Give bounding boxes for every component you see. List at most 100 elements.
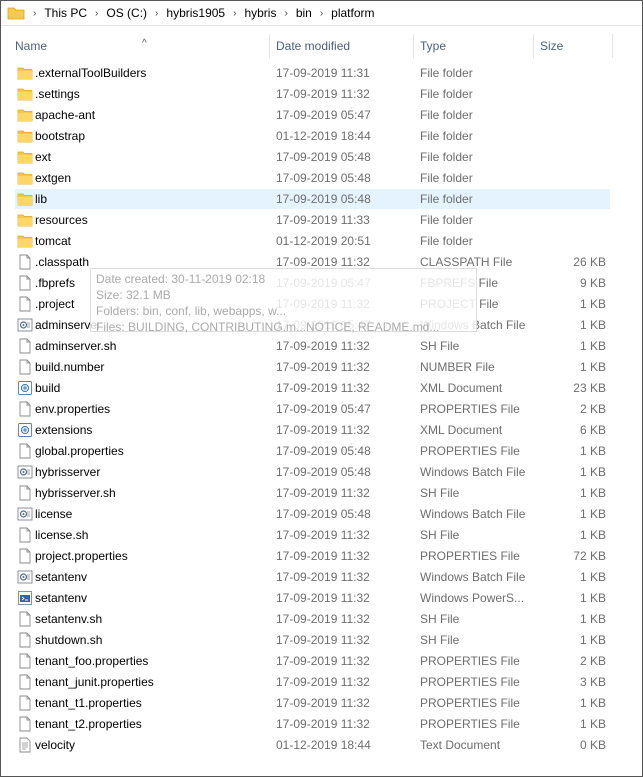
breadcrumb-separator-icon[interactable]: › — [155, 8, 158, 19]
file-size: 1 KB — [579, 465, 606, 479]
file-row[interactable]: build.number 17-09-2019 11:32 NUMBER File 1… — [15, 357, 610, 377]
breadcrumb-separator-icon[interactable]: › — [284, 8, 287, 19]
file-name: shutdown.sh — [35, 633, 103, 647]
breadcrumb-separator-icon[interactable]: › — [320, 8, 323, 19]
column-header-type[interactable]: Type — [414, 34, 534, 58]
file-type: Windows Batch File — [420, 570, 526, 584]
breadcrumb-separator-icon[interactable]: › — [233, 8, 236, 19]
file-icon — [17, 611, 33, 627]
file-row[interactable]: license.sh 17-09-2019 11:32 SH File 1 KB — [15, 525, 610, 545]
file-type: Windows Batch File — [420, 465, 526, 479]
file-row[interactable]: setantenv 17-09-2019 11:32 Windows Batch F… — [15, 567, 610, 587]
column-header-date[interactable]: Date modified — [270, 34, 414, 58]
folder-icon — [7, 6, 25, 20]
file-row[interactable]: tenant_t1.properties 17-09-2019 11:32 PROP… — [15, 693, 610, 713]
file-date-modified: 17-09-2019 05:48 — [276, 507, 371, 521]
sort-ascending-icon: ^ — [142, 38, 147, 49]
file-date-modified: 17-09-2019 11:32 — [276, 570, 370, 584]
file-type: PROPERTIES File — [420, 549, 520, 563]
breadcrumb-item[interactable]: bin — [296, 6, 312, 20]
file-row[interactable]: extgen 17-09-2019 05:48 File folder — [15, 168, 610, 188]
file-icon — [17, 653, 33, 669]
file-date-modified: 01-12-2019 18:44 — [276, 738, 371, 752]
column-header-name-label: Name — [15, 39, 48, 53]
file-row[interactable]: adminserver.sh 17-09-2019 11:32 SH File 1 K… — [15, 336, 610, 356]
file-date-modified: 17-09-2019 11:32 — [276, 381, 370, 395]
file-name: tenant_junit.properties — [35, 675, 154, 689]
folder-icon — [17, 233, 33, 249]
file-type: SH File — [420, 528, 460, 542]
file-size: 2 KB — [579, 402, 606, 416]
file-icon — [17, 716, 33, 732]
file-size: 26 KB — [573, 255, 606, 269]
file-row[interactable]: apache-ant 17-09-2019 05:47 File folder — [15, 105, 610, 125]
file-date-modified: 17-09-2019 11:32 — [276, 675, 370, 689]
column-header-date-label: Date modified — [276, 39, 351, 53]
file-row[interactable]: global.properties 17-09-2019 05:48 PROPERT… — [15, 441, 610, 461]
file-size: 23 KB — [573, 381, 606, 395]
file-date-modified: 17-09-2019 11:32 — [276, 339, 370, 353]
file-date-modified: 17-09-2019 11:33 — [276, 213, 370, 227]
file-size: 3 KB — [579, 675, 606, 689]
column-header-size[interactable]: Size — [534, 34, 613, 58]
file-row[interactable]: tomcat 01-12-2019 20:51 File folder — [15, 231, 610, 251]
file-date-modified: 17-09-2019 05:48 — [276, 444, 371, 458]
file-date-modified: 17-09-2019 05:47 — [276, 402, 371, 416]
file-row[interactable]: tenant_junit.properties 17-09-2019 11:32 P… — [15, 672, 610, 692]
file-row[interactable]: hybrisserver 17-09-2019 05:48 Windows Batc… — [15, 462, 610, 482]
file-row[interactable]: resources 17-09-2019 11:33 File folder — [15, 210, 610, 230]
file-type: PROPERTIES File — [420, 402, 520, 416]
file-name: tenant_t1.properties — [35, 696, 142, 710]
folder-info-tooltip: Date created: 30-11-2019 02:18 Size: 32.… — [90, 268, 477, 334]
file-row[interactable]: ext 17-09-2019 05:48 File folder — [15, 147, 610, 167]
file-row[interactable]: tenant_foo.properties 17-09-2019 11:32 PRO… — [15, 651, 610, 671]
breadcrumb-item[interactable]: This PC — [44, 6, 87, 20]
file-row[interactable]: license 17-09-2019 05:48 Windows Batch Fil… — [15, 504, 610, 524]
file-row[interactable]: setantenv.sh 17-09-2019 11:32 SH File 1 KB — [15, 609, 610, 629]
file-name: tomcat — [35, 234, 72, 248]
breadcrumb-separator-icon[interactable]: › — [33, 8, 36, 19]
file-type: SH File — [420, 612, 460, 626]
breadcrumb: › This PC › OS (C:) › hybris1905 › hybris › bin › p… — [25, 6, 375, 20]
breadcrumb-item[interactable]: OS (C:) — [106, 6, 147, 20]
file-row[interactable]: bootstrap 01-12-2019 18:44 File folder — [15, 126, 610, 146]
breadcrumb-item[interactable]: hybris — [244, 6, 276, 20]
file-row[interactable]: hybrisserver.sh 17-09-2019 11:32 SH File 1 … — [15, 483, 610, 503]
file-size — [539, 231, 606, 251]
column-header-name[interactable]: Name ^ — [9, 34, 270, 58]
file-name: hybrisserver — [35, 465, 101, 479]
file-row[interactable]: shutdown.sh 17-09-2019 11:32 SH File 1 KB — [15, 630, 610, 650]
file-type: File folder — [420, 213, 473, 227]
file-date-modified: 17-09-2019 11:32 — [276, 486, 370, 500]
file-row[interactable]: build 17-09-2019 11:32 XML Document 23 KB — [15, 378, 610, 398]
file-date-modified: 17-09-2019 05:48 — [276, 171, 371, 185]
file-name: resources — [35, 213, 88, 227]
file-type: File folder — [420, 66, 473, 80]
breadcrumb-separator-icon[interactable]: › — [95, 8, 98, 19]
folder-icon — [17, 65, 33, 81]
file-date-modified: 17-09-2019 11:32 — [276, 633, 370, 647]
file-row[interactable]: env.properties 17-09-2019 05:47 PROPERTIES… — [15, 399, 610, 419]
file-row[interactable]: project.properties 17-09-2019 11:32 PROPER… — [15, 546, 610, 566]
file-size: 1 KB — [579, 528, 606, 542]
file-date-modified: 01-12-2019 20:51 — [276, 234, 371, 248]
address-bar[interactable]: › This PC › OS (C:) › hybris1905 › hybris › bin › p… — [4, 2, 640, 24]
batch-file-icon — [17, 569, 33, 585]
file-row[interactable]: .externalToolBuilders 17-09-2019 11:31 Fil… — [15, 63, 610, 83]
column-header-type-label: Type — [420, 39, 447, 53]
file-row[interactable]: lib 17-09-2019 05:48 File folder — [15, 189, 610, 209]
file-icon — [17, 485, 33, 501]
file-type: File folder — [420, 87, 473, 101]
file-row[interactable]: .settings 17-09-2019 11:32 File folder — [15, 84, 610, 104]
file-row[interactable]: velocity 01-12-2019 18:44 Text Document 0 K… — [15, 735, 610, 755]
file-size — [539, 63, 606, 83]
breadcrumb-item[interactable]: platform — [331, 6, 374, 20]
file-name: setantenv.sh — [35, 612, 103, 626]
folder-icon — [17, 107, 33, 123]
file-row[interactable]: tenant_t2.properties 17-09-2019 11:32 PROP… — [15, 714, 610, 734]
breadcrumb-item[interactable]: hybris1905 — [166, 6, 225, 20]
file-date-modified: 17-09-2019 11:32 — [276, 549, 370, 563]
file-row[interactable]: extensions 17-09-2019 11:32 XML Document 6 … — [15, 420, 610, 440]
file-row[interactable]: setantenv 17-09-2019 11:32 Windows PowerS.… — [15, 588, 610, 608]
file-size: 1 KB — [579, 297, 606, 311]
